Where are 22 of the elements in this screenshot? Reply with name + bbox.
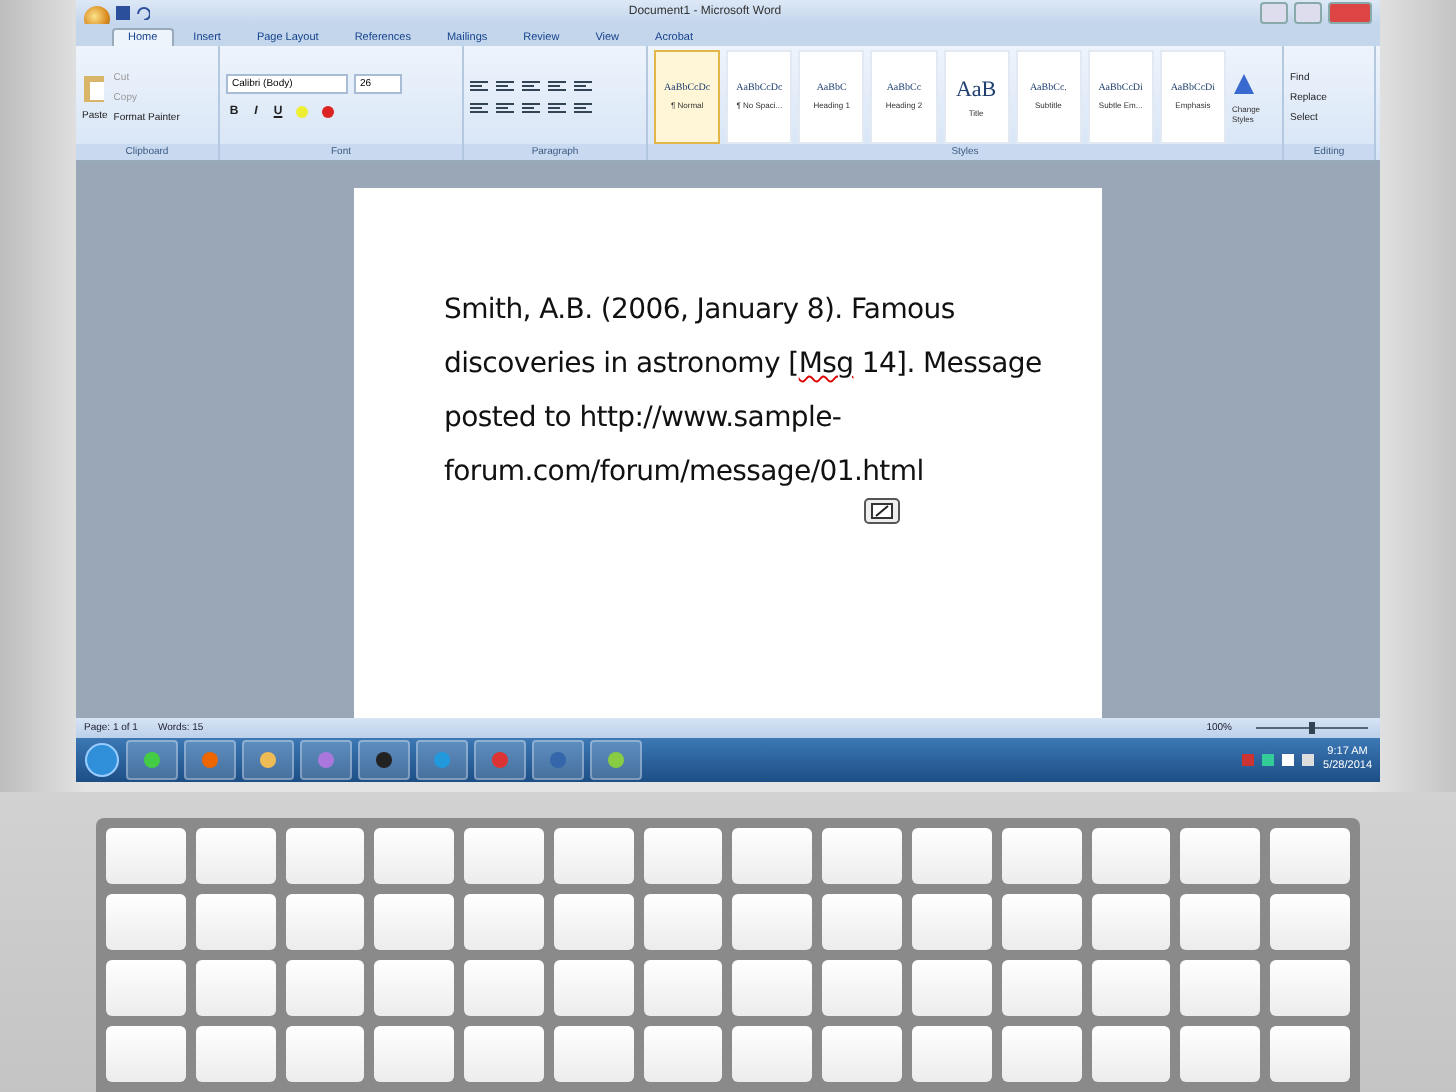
list-icon[interactable] [574,79,592,93]
undo-icon[interactable] [136,5,150,19]
align-icon[interactable] [548,101,566,115]
font-color-icon [318,101,338,121]
align-icon[interactable] [496,101,514,115]
start-button[interactable] [84,742,120,778]
save-icon[interactable] [116,5,130,19]
list-icon[interactable] [496,79,514,93]
citation-paragraph: Smith, A.B. (2006, January 8). Famous discoveries in astronomy [Msg 14]. Message posted to http://www.sample-forum.com/forum/message/01.html [444,292,1044,492]
list-icon[interactable] [470,79,488,93]
tray-icons[interactable] [1237,752,1318,768]
zoom-slider-thumb[interactable] [1309,722,1315,734]
highlight-icon [292,101,312,121]
align-icon[interactable] [470,101,488,115]
list-icon[interactable] [548,79,566,93]
paste-options-icon[interactable] [864,498,900,524]
align-icon[interactable] [522,101,540,115]
clipboard-icon[interactable] [82,73,106,101]
close-button[interactable] [1328,1,1372,23]
align-icon[interactable] [574,101,592,115]
taskbar-button[interactable] [358,740,410,780]
list-icon[interactable] [522,79,540,93]
